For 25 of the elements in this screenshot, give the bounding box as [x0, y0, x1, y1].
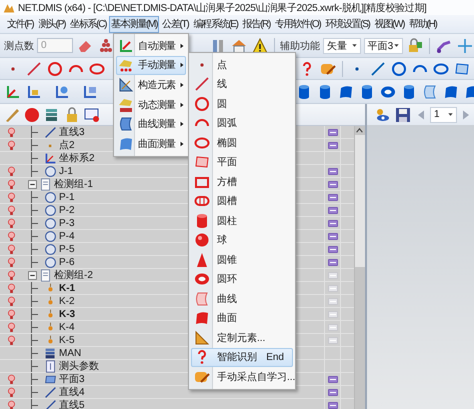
- tree-item-label: 检测组-1: [54, 178, 93, 191]
- window-title: NET.DMIS (x64) - [C:\DE\NET.DMIS-DATA\山润果子2025\山润果子2025.xwrk-脱机][精度校验过期]: [18, 2, 426, 14]
- tree-item-label: K-5: [59, 334, 75, 346]
- tree-item-label: J-1: [59, 166, 73, 176]
- tree-item-label: 平面3: [59, 373, 85, 386]
- point-count-label: 测点数: [4, 40, 34, 52]
- tree-item-label: K-1: [59, 282, 76, 294]
- tree-item-label: 直线5: [59, 398, 85, 409]
- tree-item-label: 直线3: [59, 126, 85, 139]
- tree-item-label: 直线4: [59, 386, 85, 399]
- tree-item-label: MAN: [59, 348, 82, 358]
- tree-item-label: K-2: [59, 296, 75, 306]
- tree-item-label: P-4: [59, 230, 75, 242]
- tree-item-label: P-3: [59, 218, 75, 228]
- tree-item-label: P-2: [59, 204, 75, 216]
- tree-item-label: 检测组-2: [54, 268, 93, 282]
- tree-item-label: K-4: [59, 322, 75, 332]
- tree-item-label: P-5: [59, 244, 75, 254]
- assist-function-label: 辅助功能: [280, 40, 320, 52]
- tree-item-label: 坐标系2: [59, 152, 95, 165]
- tree-item-label: P-6: [59, 256, 75, 268]
- tree-item-label: P-1: [59, 192, 75, 202]
- tree-item-label: 测头参数: [59, 360, 99, 373]
- tree-item-label: 点2: [59, 138, 75, 152]
- tree-item-label: K-3: [59, 308, 76, 320]
